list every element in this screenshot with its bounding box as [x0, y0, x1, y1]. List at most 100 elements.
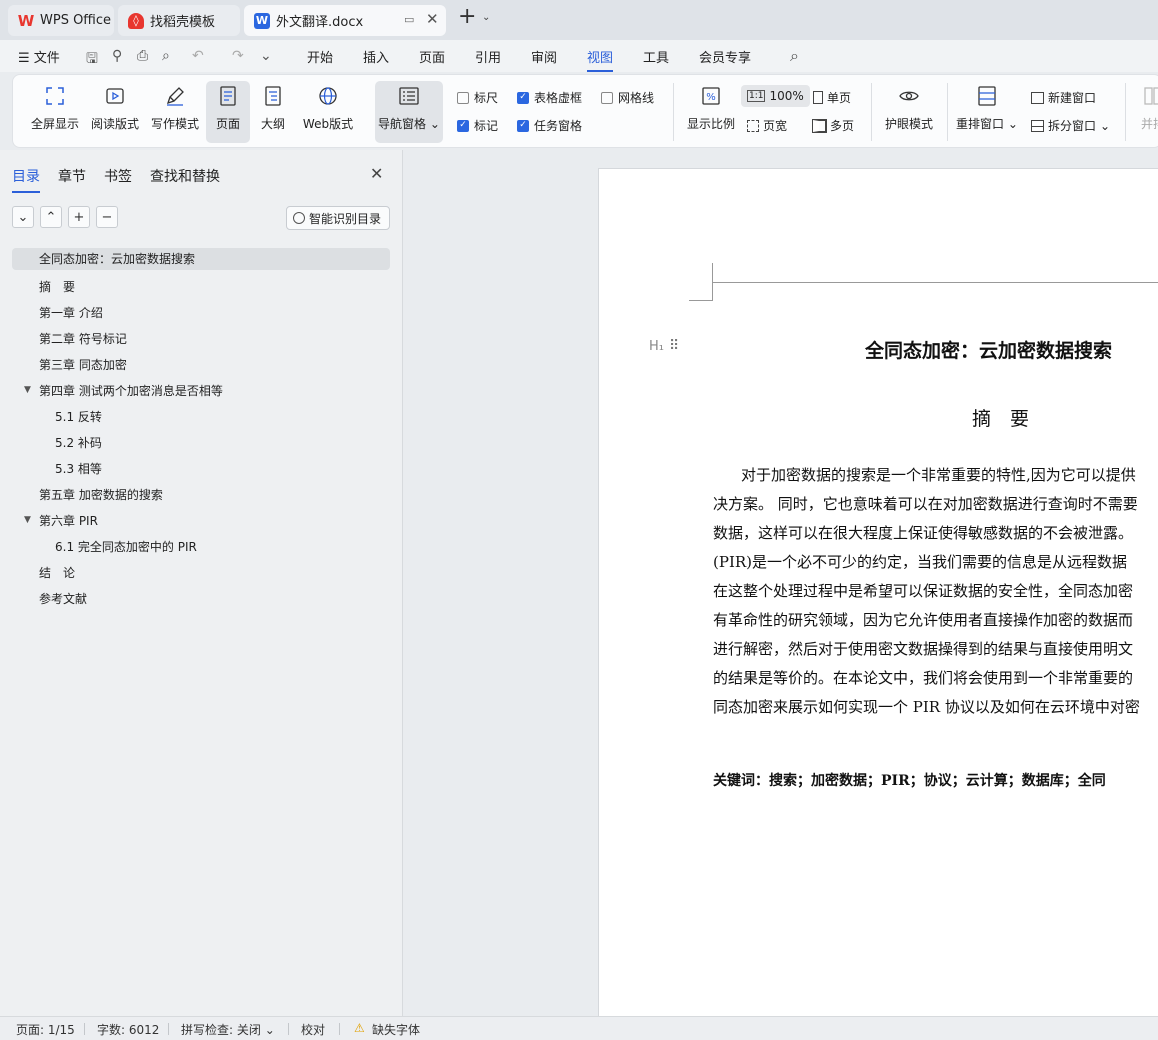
menu-view[interactable]: 视图	[587, 47, 614, 72]
toc-item-5-3[interactable]: 5.3 相等	[55, 460, 102, 477]
page-view-icon	[220, 86, 236, 106]
read-mode-button[interactable]: 阅读版式	[87, 81, 143, 143]
promote-button[interactable]: +	[68, 206, 90, 228]
toc-item-abstract[interactable]: 摘 要	[39, 278, 75, 295]
paragraph-line: (PIR)是一个必不可少的约定，当我们需要的信息是从远程数据	[713, 553, 1128, 571]
new-window-button[interactable]: 新建窗口	[1031, 89, 1096, 106]
menu-start[interactable]: 开始	[307, 47, 333, 66]
toc-item-conclusion[interactable]: 结 论	[39, 564, 75, 581]
tab-chapters[interactable]: 章节	[58, 166, 86, 186]
menu-reference[interactable]: 引用	[475, 47, 501, 66]
split-window-button[interactable]: 拆分窗口 ⌄	[1031, 117, 1110, 134]
toc-item-chapter-4[interactable]: 第四章 测试两个加密消息是否相等	[39, 382, 223, 399]
multi-page-button[interactable]: 多页	[812, 117, 855, 134]
tab-docer-templates[interactable]: ◊ 找稻壳模板	[118, 5, 240, 36]
print-icon[interactable]: ⎙	[137, 48, 148, 64]
link-icon[interactable]: ⚲	[112, 48, 122, 64]
eye-care-button[interactable]: 护眼模式	[879, 81, 939, 143]
paragraph-line: 的结果是等价的。在本论文中，我们将会使用到一个非常重要的	[713, 669, 1134, 687]
ruler-checkbox[interactable]: 标尺	[457, 89, 498, 106]
tab-bookmarks[interactable]: 书签	[104, 166, 132, 186]
close-tab-icon[interactable]: ✕	[426, 10, 439, 28]
new-tab-plus-icon[interactable]: +	[458, 6, 476, 28]
grid-label: 网格线	[618, 91, 655, 105]
restore-tab-icon[interactable]: ▭	[404, 13, 414, 26]
task-pane-checkbox[interactable]: ✓ 任务窗格	[517, 117, 582, 134]
tab-toc[interactable]: 目录	[12, 166, 40, 193]
toc-item-chapter-5[interactable]: 第五章 加密数据的搜索	[39, 486, 163, 503]
save-icon[interactable]: 🖫	[86, 48, 98, 72]
tab-label: 找稻壳模板	[150, 15, 216, 30]
single-page-button[interactable]: 单页	[813, 89, 851, 106]
print-preview-icon[interactable]: ⌕	[162, 48, 170, 64]
menu-insert[interactable]: 插入	[363, 47, 389, 66]
toc-item-chapter-3[interactable]: 第三章 同态加密	[39, 356, 127, 373]
close-pane-icon[interactable]: ✕	[370, 164, 383, 183]
chevron-down-icon[interactable]: ⌄	[482, 12, 490, 23]
outline-button[interactable]: 大纲	[253, 81, 293, 143]
expand-down-button[interactable]: ⌄	[12, 206, 34, 228]
tab-document[interactable]: W 外文翻译.docx ▭ ✕	[244, 5, 446, 36]
grid-checkbox[interactable]: 网格线	[601, 89, 654, 106]
checkbox-box	[601, 91, 613, 104]
drag-handle-icon[interactable]: ⠿	[669, 338, 679, 354]
rearrange-windows-button[interactable]: 重排窗口 ⌄	[955, 81, 1019, 143]
one-to-one-icon: 1:1	[747, 90, 766, 102]
check-icon: ✓	[457, 119, 469, 132]
word-count[interactable]: 字数: 6012	[97, 1021, 159, 1038]
search-icon[interactable]: ⌕	[790, 46, 799, 66]
tab-wps-office[interactable]: W WPS Office	[8, 5, 114, 36]
demote-button[interactable]: −	[96, 206, 118, 228]
zoom-button[interactable]: % 显示比例	[681, 81, 741, 143]
missing-font-button[interactable]: 缺失字体	[372, 1021, 420, 1038]
page-count[interactable]: 页面: 1/15	[16, 1021, 75, 1038]
proofread-button[interactable]: 校对	[301, 1021, 325, 1038]
toc-item-5-1[interactable]: 5.1 反转	[55, 408, 102, 425]
page-width-button[interactable]: 页宽	[747, 117, 787, 134]
menu-member[interactable]: 会员专享	[699, 47, 751, 66]
toc-item-chapter-6[interactable]: 第六章 PIR	[39, 512, 98, 529]
zoom-100-button[interactable]: 1:1 100%	[741, 85, 810, 107]
nav-pane-label: 导航窗格 ⌄	[378, 117, 440, 131]
rearrange-label: 重排窗口 ⌄	[956, 117, 1018, 131]
nav-pane-button[interactable]: 导航窗格 ⌄	[375, 81, 443, 143]
expanded-triangle-icon[interactable]: ▼	[24, 385, 31, 395]
spell-check-toggle[interactable]: 拼写检查: 关闭 ⌄	[181, 1021, 275, 1038]
marks-checkbox[interactable]: ✓ 标记	[457, 117, 498, 134]
toc-item-title[interactable]: 全同态加密：云加密数据搜索	[12, 248, 390, 270]
menu-bar: ☰ 文件 🖫 ⚲ ⎙ ⌕ ↶ ↷ ⌄ 开始 插入 页面 引用 审阅 视图 工具 …	[0, 40, 1158, 72]
toc-item-5-2[interactable]: 5.2 补码	[55, 434, 102, 451]
tab-find-replace[interactable]: 查找和替换	[150, 166, 220, 186]
page-view-button[interactable]: 页面	[206, 81, 250, 143]
paragraph-line: 有革命性的研究领域，因为它允许使用者直接操作加密的数据而	[713, 611, 1134, 629]
file-menu[interactable]: ☰ 文件	[18, 47, 60, 66]
expanded-triangle-icon[interactable]: ▼	[24, 515, 31, 525]
menu-review[interactable]: 审阅	[531, 47, 557, 66]
web-layout-button[interactable]: Web版式	[299, 81, 357, 143]
toc-item-references[interactable]: 参考文献	[39, 590, 87, 607]
fullscreen-button[interactable]: 全屏显示	[25, 81, 85, 143]
side-by-side-button[interactable]: 并排	[1133, 81, 1158, 143]
fullscreen-icon	[46, 87, 64, 105]
redo-icon[interactable]: ↷	[232, 48, 244, 64]
marks-label: 标记	[474, 119, 499, 133]
document-page[interactable]: H₁ ⠿ 全同态加密：云加密数据搜索 摘 要 对于加密数据的搜索是一个非常重要的…	[598, 168, 1158, 1016]
menu-tools[interactable]: 工具	[643, 47, 669, 66]
menu-page[interactable]: 页面	[419, 47, 445, 66]
more-chevron-icon[interactable]: ⌄	[260, 48, 272, 64]
collapse-up-button[interactable]: ⌃	[40, 206, 62, 228]
smart-toc-button[interactable]: 智能识别目录	[286, 206, 390, 230]
toc-item-chapter-1[interactable]: 第一章 介绍	[39, 304, 103, 321]
spell-check-label: 拼写检查: 关闭	[181, 1023, 261, 1037]
abstract-heading: 摘 要	[972, 408, 1030, 430]
write-mode-button[interactable]: 写作模式	[147, 81, 203, 143]
table-gridlines-checkbox[interactable]: ✓ 表格虚框	[517, 89, 582, 106]
paragraph-line: 在这整个处理过程中是希望可以保证数据的安全性，全同态加密	[713, 582, 1134, 600]
multi-page-label: 多页	[830, 119, 855, 133]
side-by-side-label: 并排	[1140, 117, 1158, 131]
undo-icon[interactable]: ↶	[192, 48, 204, 64]
toc-item-chapter-2[interactable]: 第二章 符号标记	[39, 330, 127, 347]
table-gridlines-label: 表格虚框	[534, 91, 583, 105]
toc-item-6-1[interactable]: 6.1 完全同态加密中的 PIR	[55, 538, 197, 555]
title-bar: W WPS Office ◊ 找稻壳模板 W 外文翻译.docx ▭ ✕ + ⌄	[0, 0, 1158, 40]
